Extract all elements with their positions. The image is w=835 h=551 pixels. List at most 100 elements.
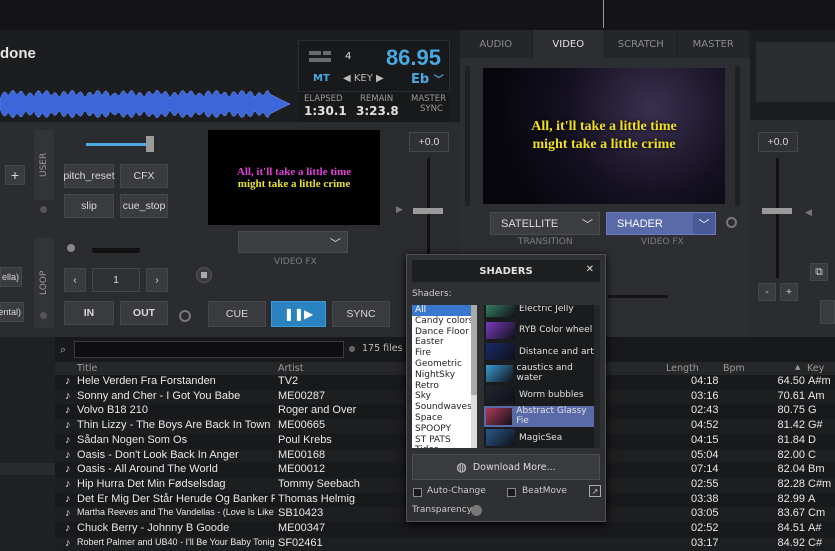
- pitch-reset-button[interactable]: pitch_reset: [63, 164, 115, 188]
- filter-slider-handle[interactable]: [146, 136, 154, 152]
- transition-dropdown[interactable]: SATELLITE ﹀: [490, 212, 600, 235]
- slip-button[interactable]: slip: [64, 194, 114, 218]
- chevron-right-icon: ›: [155, 274, 159, 286]
- video-fx-shader-dropdown[interactable]: SHADER ﹀: [606, 212, 716, 235]
- loop-slider[interactable]: [92, 248, 140, 253]
- shader-item[interactable]: Distance and art: [484, 341, 594, 362]
- close-icon[interactable]: ✕: [586, 264, 594, 275]
- cue-button[interactable]: CUE: [208, 301, 266, 327]
- waveform[interactable]: [0, 90, 290, 118]
- master-tempo-toggle[interactable]: MT: [313, 73, 330, 84]
- download-more-button[interactable]: ◍ Download More...: [412, 454, 600, 480]
- transparency-knob[interactable]: [471, 505, 482, 516]
- fx-slot-1[interactable]: ella): [0, 267, 22, 287]
- cell-artist: ME00168: [278, 448, 326, 461]
- loop-roll-dot[interactable]: [67, 244, 75, 252]
- expand-icon[interactable]: ↗: [589, 485, 601, 497]
- auto-change-checkbox[interactable]: [413, 488, 422, 497]
- chevron-left-icon: ‹: [73, 274, 77, 286]
- shader-item[interactable]: Worm bubbles: [484, 384, 594, 405]
- shader-item[interactable]: caustics and water: [484, 363, 594, 384]
- loop-out-button[interactable]: OUT: [120, 301, 168, 325]
- grid-icon: [309, 51, 321, 55]
- play-pause-button[interactable]: ❚❚▶: [271, 301, 326, 327]
- category-item[interactable]: Tides: [412, 445, 477, 448]
- fx-slot-2[interactable]: ental): [0, 302, 24, 322]
- right-pitch-minus[interactable]: -: [758, 283, 776, 301]
- cell-bpm: 64.50: [777, 375, 805, 387]
- right-pitch-fader-handle[interactable]: [762, 208, 792, 214]
- sync-label[interactable]: SYNC: [420, 104, 443, 114]
- col-artist[interactable]: Artist: [278, 363, 303, 374]
- loop-in-button[interactable]: IN: [64, 301, 114, 325]
- tab-audio[interactable]: AUDIO: [460, 30, 533, 58]
- category-item[interactable]: Fire: [412, 348, 477, 359]
- category-item[interactable]: Soundwaves: [412, 402, 477, 413]
- filter-slider-track[interactable]: [86, 143, 150, 146]
- col-title[interactable]: Title: [77, 363, 97, 374]
- category-item[interactable]: Easter: [412, 337, 477, 348]
- category-item[interactable]: All: [412, 305, 477, 316]
- tab-scratch[interactable]: SCRATCH: [605, 30, 678, 58]
- right-deck-button[interactable]: [820, 300, 835, 324]
- cell-bpm: 70.61: [777, 389, 805, 402]
- video-fx-dropdown[interactable]: ﹀: [238, 231, 348, 253]
- col-key[interactable]: Key: [807, 363, 824, 374]
- sidebar-item[interactable]: [0, 463, 55, 475]
- right-pitch-fader-track[interactable]: [776, 158, 779, 278]
- loop-double-button[interactable]: ›: [146, 268, 168, 292]
- right-pitch-plus[interactable]: +: [780, 283, 798, 301]
- beatmove-checkbox[interactable]: [507, 488, 516, 497]
- col-bpm[interactable]: Bpm: [723, 363, 745, 374]
- category-item[interactable]: Geometric: [412, 359, 477, 370]
- shader-item[interactable]: Abstract Glassy Fie: [484, 405, 594, 427]
- remain-value[interactable]: 3:23.8: [356, 104, 399, 118]
- add-button[interactable]: +: [5, 165, 25, 185]
- chevron-left-icon[interactable]: ◀: [805, 208, 812, 218]
- category-item[interactable]: ST PATS: [412, 435, 477, 446]
- category-item[interactable]: Retro: [412, 381, 477, 392]
- user-tab[interactable]: USER: [34, 130, 54, 200]
- table-row[interactable]: ♪ Robert Palmer and UB40 - I'll Be Your B…: [55, 536, 835, 551]
- gear-icon[interactable]: [179, 310, 191, 322]
- sync-button[interactable]: SYNC: [332, 301, 390, 327]
- category-item[interactable]: SPOOPY: [412, 424, 477, 435]
- gear-icon[interactable]: [726, 217, 737, 228]
- table-row[interactable]: ♪ Chuck Berry - Johnny B Goode ME00347 02:5…: [55, 522, 835, 537]
- cell-artist: TV2: [278, 375, 299, 387]
- shader-category-list[interactable]: All Candy colors Dance Floor Easter Fire Geom…: [412, 305, 477, 448]
- category-item[interactable]: NightSky: [412, 370, 477, 381]
- record-button[interactable]: [196, 267, 212, 283]
- category-item[interactable]: Space: [412, 413, 477, 424]
- sort-icon: ▲: [795, 363, 801, 371]
- cell-title: Sonny and Cher - I Got You Babe: [77, 389, 241, 402]
- category-item[interactable]: Candy colors: [412, 316, 477, 327]
- song-icon: ♪: [65, 448, 71, 461]
- cfx-button[interactable]: CFX: [120, 164, 168, 188]
- shader-grid[interactable]: Electric Jelly RYB Color wheel Distance an…: [484, 305, 600, 448]
- shader-item[interactable]: RYB Color wheel: [484, 320, 594, 341]
- chevron-right-icon[interactable]: ▶: [396, 205, 403, 215]
- key-value[interactable]: Eb ﹀: [411, 71, 444, 87]
- browser-sidebar: [0, 337, 55, 551]
- shader-item[interactable]: MagicSea: [484, 427, 594, 448]
- tab-master[interactable]: MASTER: [678, 30, 750, 58]
- cue-stop-button[interactable]: cue_stop: [120, 194, 168, 218]
- category-item[interactable]: Sky: [412, 391, 477, 402]
- category-scrollbar[interactable]: [471, 305, 477, 448]
- shader-scrollbar[interactable]: [594, 305, 600, 448]
- cell-length: 03:17: [691, 536, 719, 549]
- key-shift-control[interactable]: ◀ KEY ▶: [343, 73, 384, 84]
- search-input[interactable]: [74, 341, 344, 358]
- lyrics-line-2: might take a little crime: [237, 177, 351, 190]
- tab-video[interactable]: VIDEO: [532, 30, 605, 58]
- category-item[interactable]: Dance Floor: [412, 327, 477, 338]
- sync-icon-button[interactable]: ⧉: [810, 263, 828, 281]
- loop-half-button[interactable]: ‹: [64, 268, 86, 292]
- pitch-fader-handle[interactable]: [413, 208, 443, 214]
- col-length[interactable]: Length: [666, 363, 699, 374]
- search-options-icon[interactable]: [349, 346, 355, 352]
- shader-name: MagicSea: [519, 432, 563, 443]
- shader-item[interactable]: Electric Jelly: [484, 305, 594, 319]
- crossfader-track[interactable]: [608, 295, 668, 298]
